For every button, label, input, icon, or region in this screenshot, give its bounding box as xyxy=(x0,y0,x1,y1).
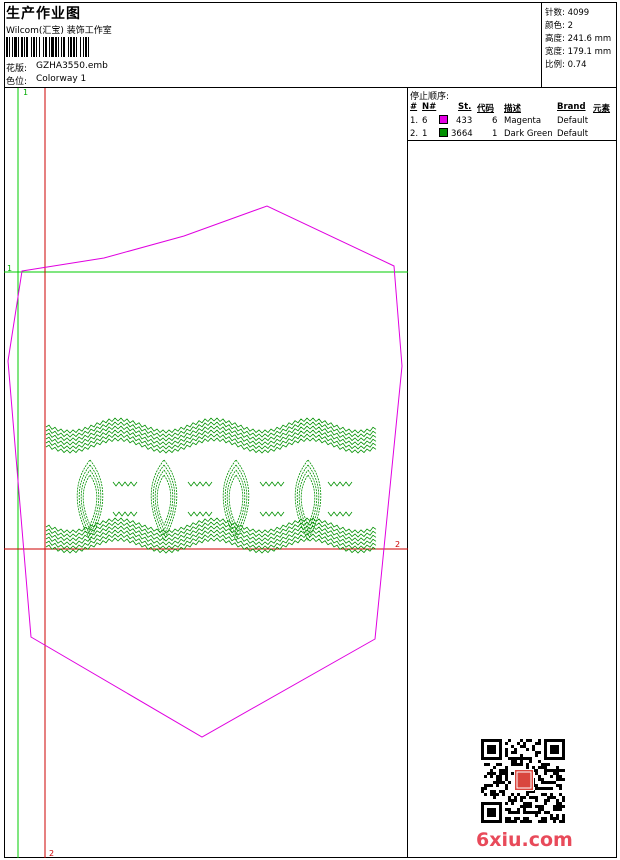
col-header-elements: 元素 xyxy=(593,104,611,114)
page-title: 生产作业图 xyxy=(6,6,81,22)
colorway-label: 色位: xyxy=(6,77,28,87)
color-count: 颜色: 2 xyxy=(545,21,573,31)
watermark-logo: 6xiu.com xyxy=(476,829,573,851)
colorway-value: Colorway 1 xyxy=(36,74,87,84)
col-header-stitches: St. xyxy=(458,102,472,112)
row-1-brand: Default xyxy=(557,116,589,126)
design-height: 高度: 241.6 mm xyxy=(545,34,612,44)
header: 生产作业图 Wilcom(汇宝) 装饰工作室 花版: GZHA3550.emb … xyxy=(4,2,617,88)
row-1-description: Magenta xyxy=(504,116,542,126)
row-1-index: 1. xyxy=(410,116,419,126)
stop-sequence-title: 停止顺序: xyxy=(410,92,450,102)
col-header-hash: # xyxy=(410,102,418,112)
seal-stamp-icon xyxy=(515,770,533,790)
row-2-description: Dark Green xyxy=(504,129,553,139)
row-1-code: 6 xyxy=(492,116,498,126)
design-width: 宽度: 179.1 mm xyxy=(545,47,612,57)
row-2-index: 2. xyxy=(410,129,419,139)
garment-outline xyxy=(7,205,403,738)
row-1-stitches: 433 xyxy=(456,116,473,126)
design-scale: 比例: 0.74 xyxy=(545,60,587,70)
stats-box: 针数: 4099 颜色: 2 高度: 241.6 mm 宽度: 179.1 mm… xyxy=(541,2,617,88)
col-header-code: 代码 xyxy=(477,104,495,114)
guide-red-horizontal-label: 2 xyxy=(395,540,400,549)
guide-red-vertical-label: 2 xyxy=(49,849,54,858)
design-canvas: 1 1 2 2 xyxy=(4,88,408,858)
row-1-needle: 6 xyxy=(422,116,428,126)
row-2-code: 1 xyxy=(492,129,498,139)
design-label: 花版: xyxy=(6,64,28,74)
barcode xyxy=(6,37,89,57)
design-filename: GZHA3550.emb xyxy=(36,61,108,71)
company-name: Wilcom(汇宝) 装饰工作室 xyxy=(6,26,112,36)
row-2-stitches: 3664 xyxy=(451,129,473,139)
row-2-color-swatch xyxy=(439,128,448,137)
row-2-needle: 1 xyxy=(422,129,428,139)
design-preview: 1 1 2 2 xyxy=(4,88,408,858)
embroidery-pattern xyxy=(45,417,377,554)
panel-divider xyxy=(408,140,617,141)
col-header-brand: Brand xyxy=(557,102,586,112)
qr-code xyxy=(481,739,565,823)
guide-green-vertical-label: 1 xyxy=(23,88,28,97)
row-1-color-swatch xyxy=(439,115,448,124)
stitch-count: 针数: 4099 xyxy=(545,8,590,18)
col-header-description: 描述 xyxy=(504,104,522,114)
row-2-brand: Default xyxy=(557,129,589,139)
guide-green-horizontal-label: 1 xyxy=(7,264,12,273)
col-header-needle: N# xyxy=(422,102,437,112)
